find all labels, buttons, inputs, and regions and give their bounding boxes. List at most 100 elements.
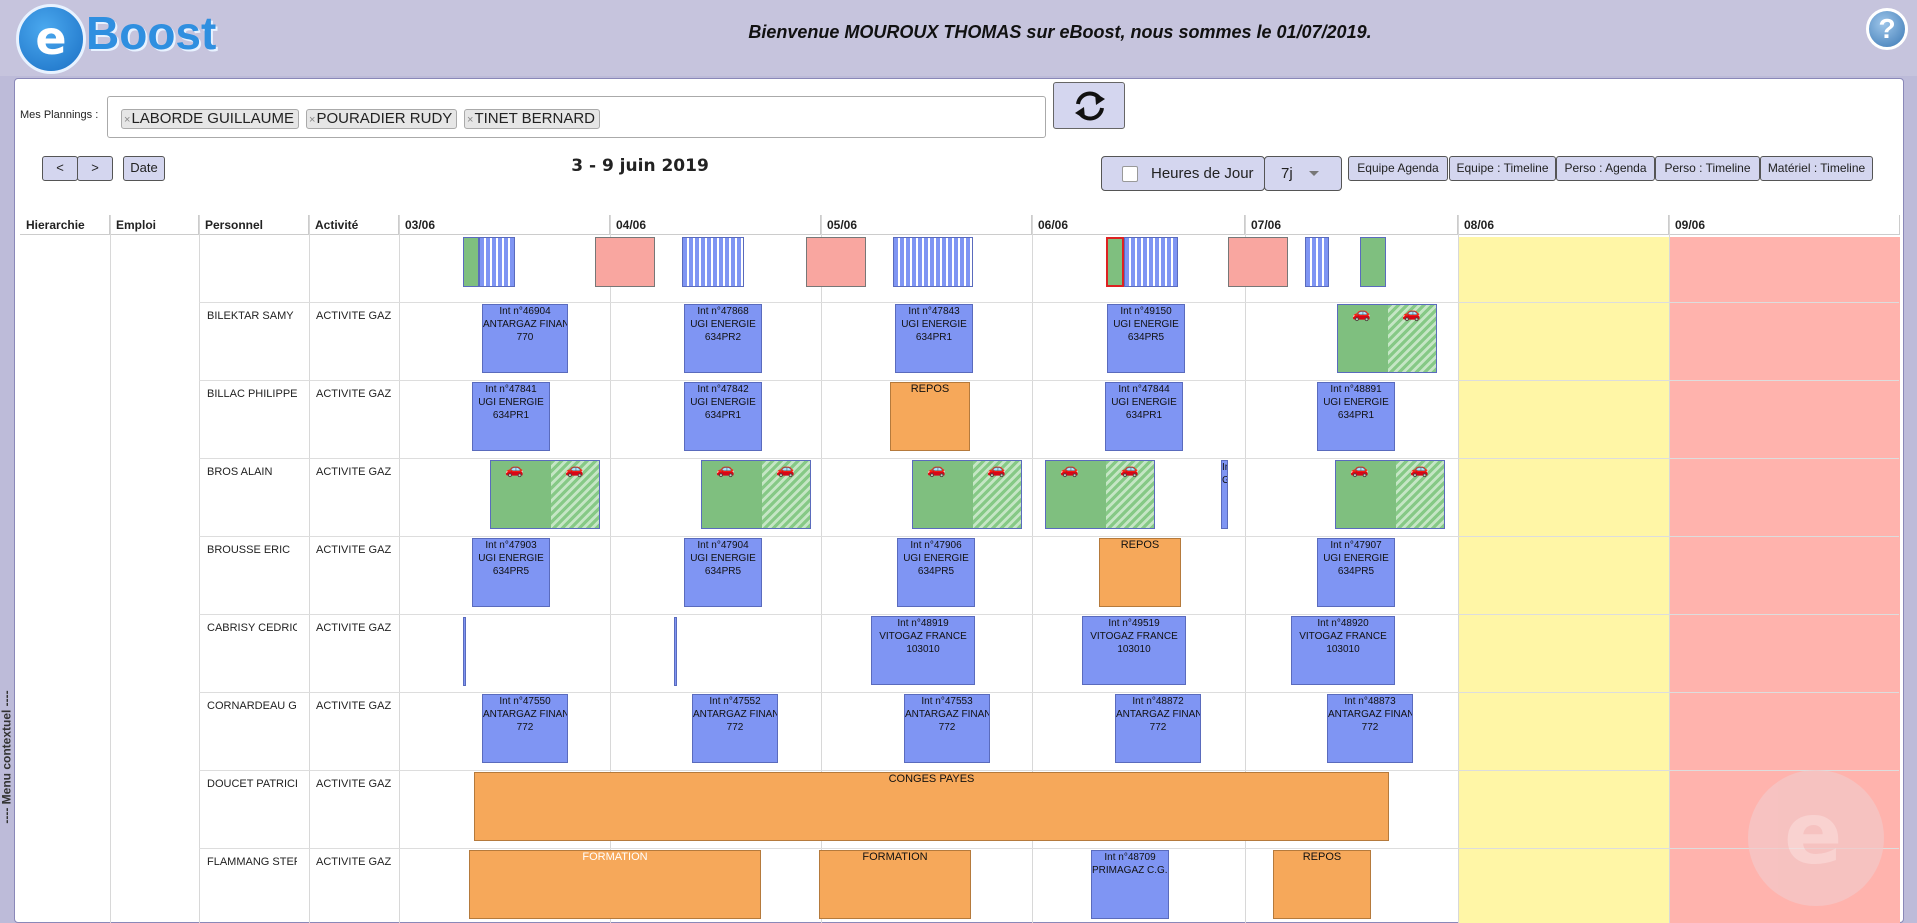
- planning-tag[interactable]: ×POURADIER RUDY: [306, 109, 458, 129]
- row-personnel-name: DOUCET PATRICE: [207, 778, 297, 790]
- intervention-event[interactable]: InG: [1221, 460, 1228, 529]
- remove-tag-icon[interactable]: ×: [124, 114, 130, 126]
- row-line: [199, 848, 1899, 849]
- previous-week-button[interactable]: <: [42, 156, 78, 181]
- view-perso-agenda-button[interactable]: Perso : Agenda: [1556, 156, 1655, 181]
- row-activity: ACTIVITE GAZ: [316, 700, 392, 712]
- intervention-event[interactable]: Int n°47842 UGI ENERGIE 634PR1: [684, 382, 762, 451]
- intervention-event[interactable]: Int n°47906 UGI ENERGIE 634PR5: [897, 538, 975, 607]
- row-personnel-name: FLAMMANG STEPHA: [207, 856, 297, 868]
- period-select[interactable]: 7j: [1264, 156, 1342, 191]
- intervention-event[interactable]: Int n°47553 ANTARGAZ FINAN 772: [904, 694, 990, 763]
- row-personnel-name: CABRISY CEDRIC: [207, 622, 297, 634]
- chevron-down-icon: [1309, 171, 1319, 176]
- col-header-hierarchie[interactable]: Hierarchie: [20, 215, 110, 235]
- event-block[interactable]: [1305, 237, 1329, 287]
- vehicle-event[interactable]: 🚗 🚗: [1045, 460, 1155, 529]
- context-menu-toggle[interactable]: ---- Menu contextuel ----: [0, 690, 14, 830]
- event-block[interactable]: [682, 237, 744, 287]
- intervention-event[interactable]: Int n°47907 UGI ENERGIE 634PR5: [1317, 538, 1395, 607]
- logo-text: Boost: [86, 7, 217, 59]
- repos-event[interactable]: REPOS: [1099, 538, 1181, 607]
- eboost-logo[interactable]: e: [16, 4, 86, 74]
- col-header-personnel[interactable]: Personnel: [199, 215, 309, 235]
- heures-de-jour-toggle[interactable]: Heures de Jour: [1101, 156, 1265, 191]
- car-icon: 🚗: [1060, 461, 1079, 478]
- row-activity: ACTIVITE GAZ: [316, 778, 392, 790]
- row-personnel-name: BILEKTAR SAMY: [207, 310, 294, 322]
- event-block[interactable]: [595, 237, 655, 287]
- row-line: [199, 536, 1899, 537]
- day-header: 03/06: [399, 215, 610, 235]
- car-icon: 🚗: [927, 461, 946, 478]
- grid-line: [110, 215, 111, 923]
- remove-tag-icon[interactable]: ×: [309, 114, 315, 126]
- intervention-event[interactable]: Int n°47552 ANTARGAZ FINAN 772: [692, 694, 778, 763]
- planning-tag[interactable]: ×TINET BERNARD: [464, 109, 601, 129]
- car-icon: 🚗: [1120, 461, 1139, 478]
- row-activity: ACTIVITE GAZ: [316, 544, 392, 556]
- row-line: [199, 692, 1899, 693]
- context-menu-label: ---- Menu contextuel ----: [0, 690, 14, 824]
- view-equipe-timeline-button[interactable]: Equipe : Timeline: [1449, 156, 1556, 181]
- remove-tag-icon[interactable]: ×: [467, 114, 473, 126]
- intervention-event[interactable]: Int n°49150 UGI ENERGIE 634PR5: [1107, 304, 1185, 373]
- formation-event[interactable]: FORMATION: [469, 850, 761, 919]
- view-equipe-agenda-button[interactable]: Equipe Agenda: [1348, 156, 1448, 181]
- event-block[interactable]: [479, 237, 515, 287]
- row-personnel-name: BROS ALAIN: [207, 466, 273, 478]
- conges-event[interactable]: CONGES PAYES: [474, 772, 1389, 841]
- repos-event[interactable]: REPOS: [890, 382, 970, 451]
- intervention-event[interactable]: Int n°48919 VITOGAZ FRANCE 103010: [871, 616, 975, 685]
- welcome-message: Bienvenue MOUROUX THOMAS sur eBoost, nou…: [748, 22, 1372, 42]
- event-block[interactable]: [893, 237, 973, 287]
- saturday-column: [1458, 237, 1669, 923]
- date-picker-button[interactable]: Date: [123, 156, 165, 181]
- event-block[interactable]: [1360, 237, 1386, 287]
- week-title: 3 - 9 juin 2019: [571, 156, 709, 176]
- row-activity: ACTIVITE GAZ: [316, 466, 392, 478]
- view-materiel-timeline-button[interactable]: Matériel : Timeline: [1760, 156, 1873, 181]
- event-block[interactable]: [463, 617, 466, 686]
- top-bar: e Boost Bienvenue MOUROUX THOMAS sur eBo…: [0, 0, 1917, 76]
- plannings-select[interactable]: ×LABORDE GUILLAUME ×POURADIER RUDY ×TINE…: [107, 96, 1046, 138]
- intervention-event[interactable]: Int n°47841 UGI ENERGIE 634PR1: [472, 382, 550, 451]
- vehicle-event[interactable]: 🚗 🚗: [1337, 304, 1437, 373]
- intervention-event[interactable]: Int n°47868 UGI ENERGIE 634PR2: [684, 304, 762, 373]
- intervention-event[interactable]: Int n°47904 UGI ENERGIE 634PR5: [684, 538, 762, 607]
- intervention-event[interactable]: Int n°47843 UGI ENERGIE 634PR1: [895, 304, 973, 373]
- row-personnel-name: BROUSSE ERIC: [207, 544, 291, 556]
- refresh-button[interactable]: [1053, 82, 1125, 129]
- next-week-button[interactable]: >: [77, 156, 113, 181]
- heures-checkbox[interactable]: [1122, 166, 1138, 182]
- row-line: [199, 614, 1899, 615]
- intervention-event[interactable]: Int n°49519 VITOGAZ FRANCE 103010: [1082, 616, 1186, 685]
- formation-event[interactable]: FORMATION: [819, 850, 971, 919]
- intervention-event[interactable]: Int n°48920 VITOGAZ FRANCE 103010: [1291, 616, 1395, 685]
- intervention-event[interactable]: Int n°48891 UGI ENERGIE 634PR1: [1317, 382, 1395, 451]
- planning-tag[interactable]: ×LABORDE GUILLAUME: [121, 109, 299, 129]
- col-header-activite[interactable]: Activité: [309, 215, 399, 235]
- vehicle-event[interactable]: 🚗 🚗: [701, 460, 811, 529]
- repos-event[interactable]: REPOS: [1273, 850, 1371, 919]
- intervention-event[interactable]: Int n°47903 UGI ENERGIE 634PR5: [472, 538, 550, 607]
- day-header: 05/06: [821, 215, 1032, 235]
- event-block[interactable]: [806, 237, 866, 287]
- vehicle-event[interactable]: 🚗 🚗: [912, 460, 1022, 529]
- intervention-event[interactable]: Int n°46904 ANTARGAZ FINAN 770: [482, 304, 568, 373]
- intervention-event[interactable]: Int n°48872 ANTARGAZ FINAN 772: [1115, 694, 1201, 763]
- intervention-event[interactable]: Int n°47550 ANTARGAZ FINAN 772: [482, 694, 568, 763]
- intervention-event[interactable]: Int n°48709 PRIMAGAZ C.G.P: [1091, 850, 1169, 919]
- help-button[interactable]: ?: [1866, 8, 1908, 50]
- col-header-emploi[interactable]: Emploi: [110, 215, 199, 235]
- vehicle-event[interactable]: 🚗 🚗: [490, 460, 600, 529]
- view-perso-timeline-button[interactable]: Perso : Timeline: [1655, 156, 1760, 181]
- event-block[interactable]: [1106, 237, 1124, 287]
- intervention-event[interactable]: Int n°48873 ANTARGAZ FINAN 772: [1327, 694, 1413, 763]
- event-block[interactable]: [674, 617, 677, 686]
- intervention-event[interactable]: Int n°47844 UGI ENERGIE 634PR1: [1105, 382, 1183, 451]
- event-block[interactable]: [1124, 237, 1178, 287]
- event-block[interactable]: [1228, 237, 1288, 287]
- event-block[interactable]: [463, 237, 479, 287]
- vehicle-event[interactable]: 🚗 🚗: [1335, 460, 1445, 529]
